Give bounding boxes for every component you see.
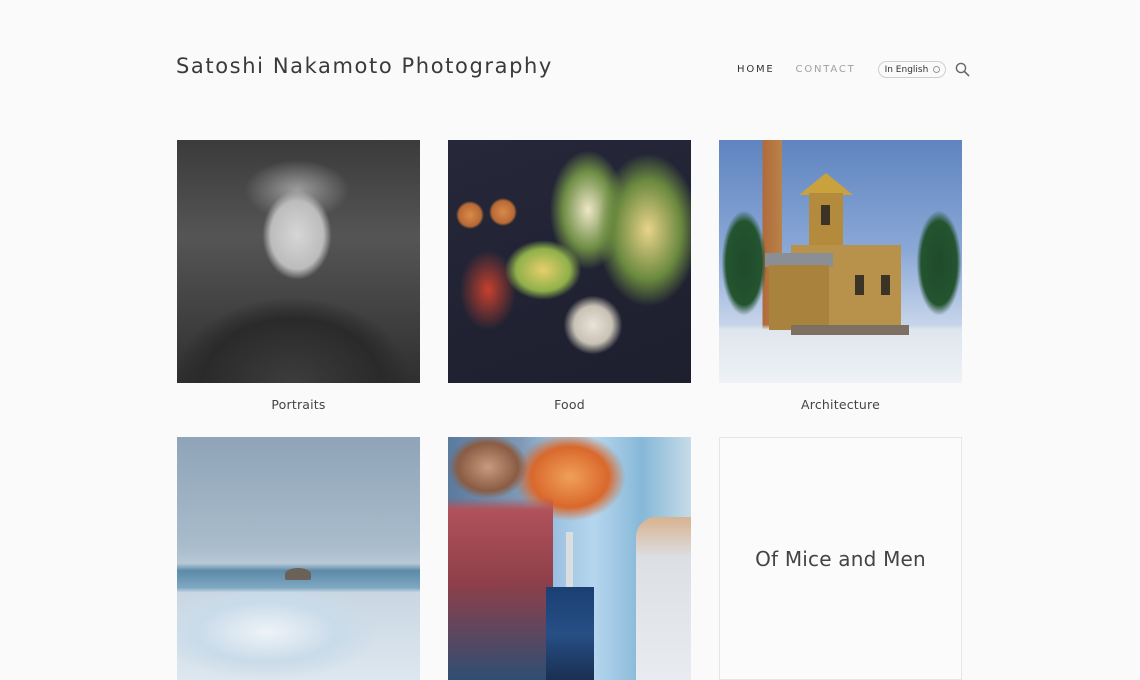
- glass-base-shape: [546, 587, 594, 680]
- food-thumbnail[interactable]: [448, 140, 691, 383]
- glass-stem-shape: [566, 532, 573, 592]
- language-selector[interactable]: In English: [877, 61, 947, 78]
- language-label: In English: [884, 64, 929, 75]
- gallery-item-landscape[interactable]: [177, 437, 420, 680]
- main-nav: HOME CONTACT In English: [737, 61, 971, 78]
- gallery-item-architecture[interactable]: Architecture: [719, 140, 962, 412]
- gallery-caption[interactable]: Food: [448, 397, 691, 412]
- person-shape: [448, 437, 553, 680]
- portraits-thumbnail[interactable]: [177, 140, 420, 383]
- gallery-item-drink[interactable]: [448, 437, 691, 680]
- gallery-item-food[interactable]: Food: [448, 140, 691, 412]
- landscape-thumbnail[interactable]: [177, 437, 420, 680]
- gallery-caption[interactable]: Architecture: [719, 397, 962, 412]
- search-icon[interactable]: [955, 62, 971, 78]
- rock-shape: [285, 568, 311, 580]
- church-illustration: [765, 165, 909, 340]
- gallery-item-of-mice-and-men[interactable]: Of Mice and Men: [719, 437, 962, 680]
- person-shape: [636, 517, 691, 680]
- nav-contact-link[interactable]: CONTACT: [796, 64, 856, 75]
- architecture-thumbnail[interactable]: [719, 140, 962, 383]
- page: Satoshi Nakamoto Photography HOME CONTAC…: [0, 0, 1140, 680]
- card-title[interactable]: Of Mice and Men: [755, 547, 926, 571]
- tree-shape: [904, 188, 962, 338]
- site-title[interactable]: Satoshi Nakamoto Photography: [176, 54, 553, 78]
- nav-home-link[interactable]: HOME: [737, 64, 775, 75]
- drink-thumbnail[interactable]: [448, 437, 691, 680]
- gallery-caption[interactable]: Portraits: [177, 397, 420, 412]
- language-dropdown-icon: [933, 66, 941, 73]
- gallery-item-portraits[interactable]: Portraits: [177, 140, 420, 412]
